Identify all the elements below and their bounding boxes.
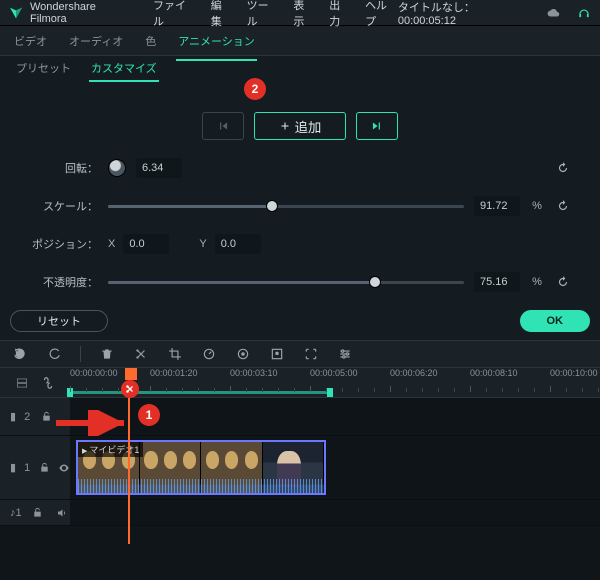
add-keyframe-label: 追加: [295, 117, 322, 136]
ruler-tick: 00:00:01:20: [150, 368, 198, 378]
ruler-tick: 00:00:00:00: [70, 368, 118, 378]
annotation-marker-2: 2: [244, 78, 266, 100]
tab-video[interactable]: ビデオ: [12, 27, 49, 55]
opacity-label: 不透明度：: [28, 274, 98, 290]
tab-audio[interactable]: オーディオ: [67, 27, 125, 55]
inspector-primary-tabs: ビデオ オーディオ 色 アニメーション: [0, 26, 600, 56]
menu-view[interactable]: 表示: [293, 0, 315, 29]
app-title: Wondershare Filmora: [30, 1, 135, 25]
green-screen-icon[interactable]: [269, 346, 285, 362]
adjust-icon[interactable]: [337, 346, 353, 362]
opacity-input[interactable]: 75.16: [474, 272, 520, 292]
ruler-tick: 00:00:05:00: [310, 368, 358, 378]
animation-panel: 2 追加 回転： 6.34 スケール： 91.72 % ポジション：: [0, 82, 600, 302]
scale-input[interactable]: 91.72: [474, 196, 520, 216]
scale-unit: %: [530, 200, 544, 212]
scale-row: スケール： 91.72 %: [28, 196, 572, 216]
track-1-lane[interactable]: マイビデオ1: [70, 436, 600, 499]
menu-file[interactable]: ファイル: [153, 0, 197, 29]
reset-button[interactable]: リセット: [10, 310, 108, 332]
opacity-row: 不透明度： 75.16 %: [28, 272, 572, 292]
timeline-toolbar: [0, 340, 600, 368]
menu-edit[interactable]: 編集: [211, 0, 233, 29]
menu-tools[interactable]: ツール: [247, 0, 280, 29]
position-y-label: Y: [199, 238, 206, 250]
ruler-tick: 00:00:08:10: [470, 368, 518, 378]
scale-label: スケール：: [28, 198, 98, 214]
timeline-ruler[interactable]: 00:00:00:00 00:00:01:20 00:00:03:10 00:00:0…: [70, 368, 600, 398]
annotation-arrow-icon: [54, 410, 134, 436]
selection-range[interactable]: [70, 391, 330, 394]
prev-keyframe-button[interactable]: [202, 112, 244, 140]
track-2-lock-icon[interactable]: [38, 409, 54, 425]
track-video-1: ▮ 1 マイビデオ1: [0, 436, 600, 500]
inspector-sub-tabs: プリセット カスタマイズ: [0, 56, 600, 82]
position-x-label: X: [108, 238, 115, 250]
track-1-visibility-icon[interactable]: [58, 460, 70, 476]
playhead-split-icon[interactable]: [121, 380, 139, 398]
position-x-input[interactable]: 0.0: [123, 234, 169, 254]
panel-footer: リセット OK: [0, 302, 600, 340]
clip-waveform: [78, 479, 324, 493]
opacity-reset-icon[interactable]: [554, 273, 572, 291]
menu-output[interactable]: 出力: [329, 0, 351, 29]
next-keyframe-button[interactable]: [356, 112, 398, 140]
timeline-tracks: 1 ▮ 2 ▮ 1 マイビデオ1: [0, 398, 600, 526]
track-a1-label: ♪1: [10, 507, 22, 519]
scale-slider[interactable]: [108, 199, 464, 213]
main-menu: ファイル 編集 ツール 表示 出力 ヘルプ: [153, 0, 398, 29]
headphones-icon[interactable]: [576, 5, 592, 21]
video-clip[interactable]: マイビデオ1: [76, 440, 326, 495]
ok-button[interactable]: OK: [520, 310, 591, 332]
track-a1-lane[interactable]: [70, 500, 600, 525]
scale-reset-icon[interactable]: [554, 197, 572, 215]
speed-icon[interactable]: [201, 346, 217, 362]
subtab-customize[interactable]: カスタマイズ: [89, 60, 159, 82]
rotation-input[interactable]: 6.34: [136, 158, 182, 178]
track-2-icon: ▮: [10, 410, 16, 423]
tab-color[interactable]: 色: [143, 27, 158, 55]
playhead-handle-icon[interactable]: [125, 368, 137, 380]
rotation-reset-icon[interactable]: [554, 159, 572, 177]
rotation-row: 回転： 6.34: [28, 158, 572, 178]
tab-animation[interactable]: アニメーション: [176, 27, 257, 55]
opacity-unit: %: [530, 276, 544, 288]
timeline-mode-icon[interactable]: [14, 375, 30, 391]
menu-help[interactable]: ヘルプ: [365, 0, 398, 29]
frame-icon[interactable]: [303, 346, 319, 362]
app-logo-icon: [8, 5, 24, 21]
ruler-tick: 00:00:03:10: [230, 368, 278, 378]
position-y-input[interactable]: 0.0: [215, 234, 261, 254]
rotation-label: 回転：: [28, 160, 98, 176]
track-1-lock-icon[interactable]: [38, 460, 50, 476]
rotation-knob[interactable]: [108, 159, 126, 177]
subtab-preset[interactable]: プリセット: [14, 60, 73, 82]
track-a1-lock-icon[interactable]: [30, 505, 46, 521]
timeline-ruler-row: 00:00:00:00 00:00:01:20 00:00:03:10 00:00:0…: [0, 368, 600, 398]
opacity-slider[interactable]: [108, 275, 464, 289]
delete-icon[interactable]: [99, 346, 115, 362]
color-icon[interactable]: [235, 346, 251, 362]
project-title: タイトルなし：00:00:05:12: [398, 0, 532, 27]
cloud-icon[interactable]: [546, 5, 562, 21]
position-label: ポジション：: [28, 236, 98, 252]
track-a1-speaker-icon[interactable]: [54, 505, 70, 521]
clip-label: マイビデオ1: [78, 442, 143, 457]
track-1-icon: ▮: [10, 461, 16, 474]
split-scissors-icon[interactable]: [133, 346, 149, 362]
link-icon[interactable]: [40, 375, 56, 391]
track-2-label: 2: [24, 411, 30, 423]
annotation-marker-1: 1: [138, 404, 160, 426]
crop-icon[interactable]: [167, 346, 183, 362]
track-1-label: 1: [24, 462, 30, 474]
ruler-tick: 00:00:10:00: [550, 368, 598, 378]
ruler-tick: 00:00:06:20: [390, 368, 438, 378]
track-audio-1: ♪1: [0, 500, 600, 526]
redo-icon[interactable]: [46, 346, 62, 362]
title-bar: Wondershare Filmora ファイル 編集 ツール 表示 出力 ヘル…: [0, 0, 600, 26]
position-row: ポジション： X 0.0 Y 0.0: [28, 234, 572, 254]
undo-icon[interactable]: [12, 346, 28, 362]
add-keyframe-button[interactable]: 追加: [254, 112, 346, 140]
keyframe-controls: 追加: [28, 112, 572, 140]
